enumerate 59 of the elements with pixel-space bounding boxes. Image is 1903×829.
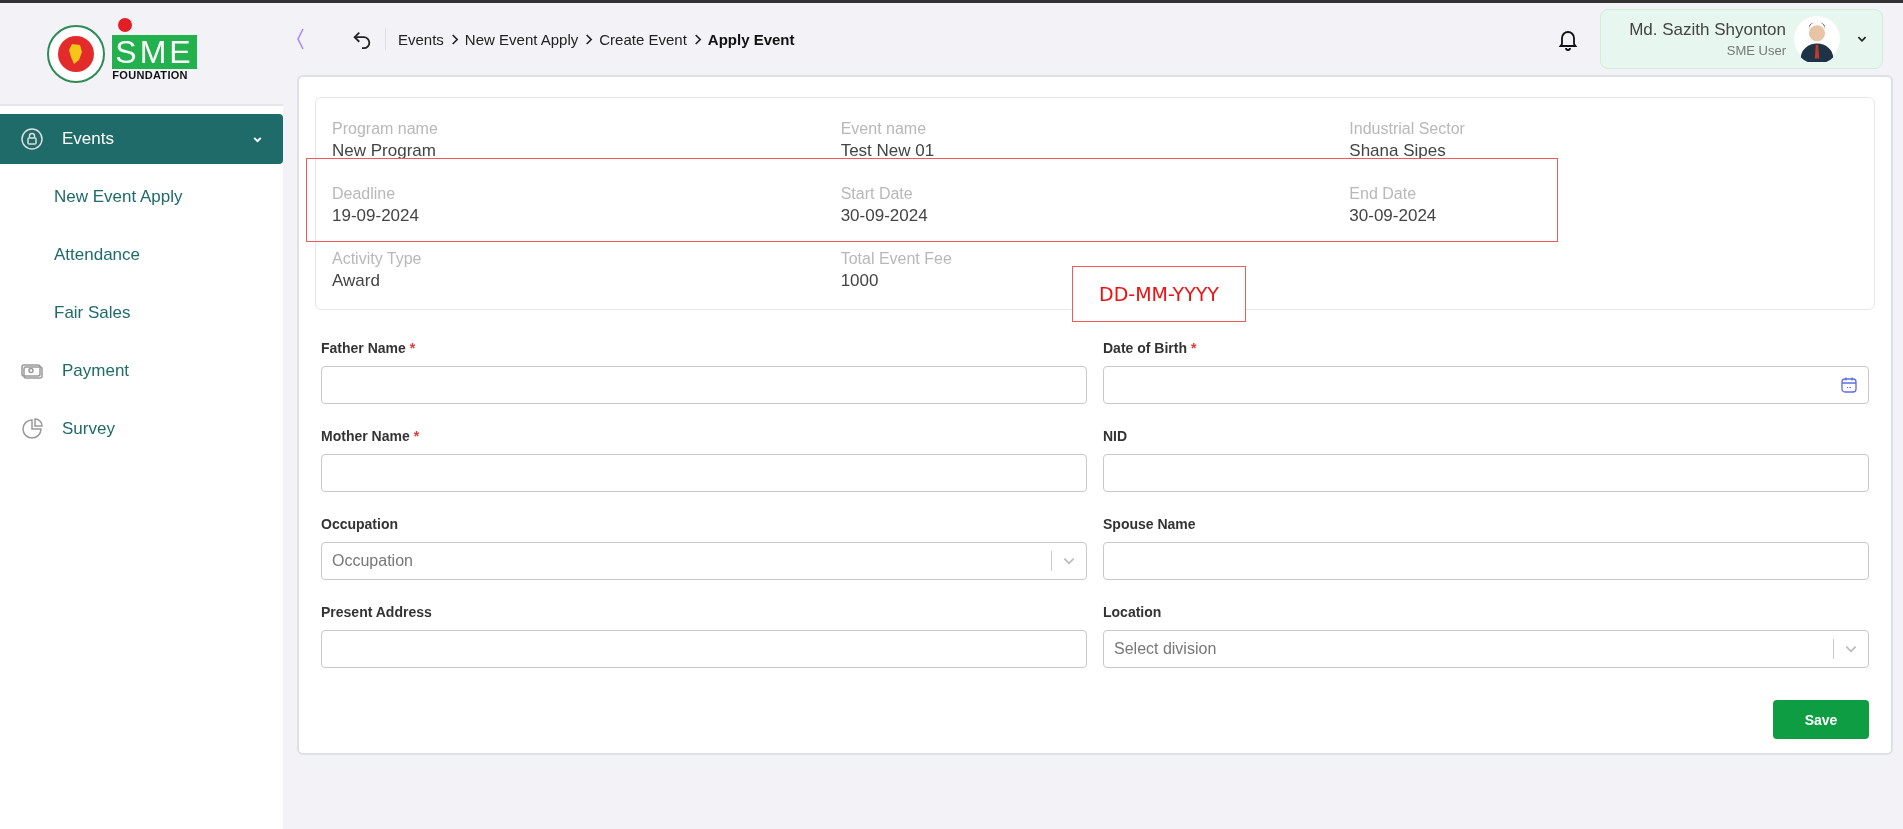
logo-wordmark: SME [112, 34, 197, 69]
text-field[interactable] [321, 454, 1087, 492]
user-name: Md. Sazith Shyonton [1629, 20, 1786, 40]
summary-label: Program name [332, 120, 439, 138]
field-label: Location [1103, 604, 1163, 620]
sidebar-subitem[interactable]: Fair Sales [0, 288, 283, 338]
field-label: Date of Birth * [1103, 340, 1198, 356]
summary-label: Deadline [332, 185, 397, 203]
pie-chart-icon [20, 417, 44, 441]
field-label: Mother Name * [321, 428, 421, 444]
chevron-right-icon [449, 32, 459, 46]
user-menu[interactable]: Md. Sazith Shyonton SME User [1600, 9, 1883, 69]
breadcrumb[interactable]: New Event Apply [464, 30, 579, 48]
summary-value: 19-09-2024 [332, 206, 420, 226]
sidebar-item[interactable]: Payment [0, 346, 283, 396]
field-label: Father Name * [321, 340, 417, 356]
breadcrumb[interactable]: Create Event [599, 30, 687, 48]
lock-icon [20, 127, 44, 151]
format-annotation: DD-MM-YYYY [1072, 266, 1246, 322]
save-button[interactable]: Save [1773, 700, 1869, 739]
date-field[interactable] [1103, 366, 1869, 404]
text-field[interactable] [321, 630, 1087, 668]
summary-value: Award [332, 271, 381, 291]
field-label: Occupation [321, 516, 399, 532]
sidebar-item[interactable]: Events [0, 114, 283, 164]
text-field[interactable] [1103, 542, 1869, 580]
summary-label: End Date [1349, 185, 1418, 203]
logo-subtitle: FOUNDATION [112, 68, 188, 81]
summary-label: Industrial Sector [1349, 120, 1466, 138]
sidebar-subitem[interactable]: Attendance [0, 230, 283, 280]
avatar-icon [1794, 16, 1840, 62]
collapse-icon[interactable] [295, 27, 305, 51]
chevron-right-icon [692, 32, 702, 46]
breadcrumb[interactable]: Events [398, 30, 444, 48]
summary-label: Total Event Fee [840, 250, 953, 268]
chevron-right-icon [584, 32, 594, 46]
text-field[interactable] [1103, 454, 1869, 492]
select-field[interactable]: Select division [1103, 630, 1869, 668]
summary-value: New Program [332, 141, 437, 161]
sidebar-subitem[interactable]: New Event Apply [0, 172, 283, 222]
summary-label: Start Date [840, 185, 914, 203]
summary-label: Activity Type [332, 250, 423, 268]
summary-value: Shana Sipes [1349, 141, 1447, 161]
text-field[interactable] [321, 366, 1087, 404]
summary-value: 30-09-2024 [840, 206, 929, 226]
calendar-icon[interactable] [1840, 376, 1858, 394]
emblem-icon [46, 23, 107, 84]
summary-value: Test New 01 [840, 141, 936, 161]
field-label: Present Address [321, 604, 433, 620]
field-label: NID [1103, 428, 1129, 444]
user-role: SME User [1726, 43, 1786, 58]
summary-value: 1000 [840, 271, 880, 291]
select-field[interactable]: Occupation [321, 542, 1087, 580]
field-label: Spouse Name [1103, 516, 1197, 532]
sidebar-item[interactable]: Survey [0, 404, 283, 454]
summary-value: 30-09-2024 [1349, 206, 1438, 226]
logo-dot [118, 17, 133, 32]
breadcrumb: Apply Event [707, 30, 795, 48]
summary-label: Event name [840, 120, 928, 138]
